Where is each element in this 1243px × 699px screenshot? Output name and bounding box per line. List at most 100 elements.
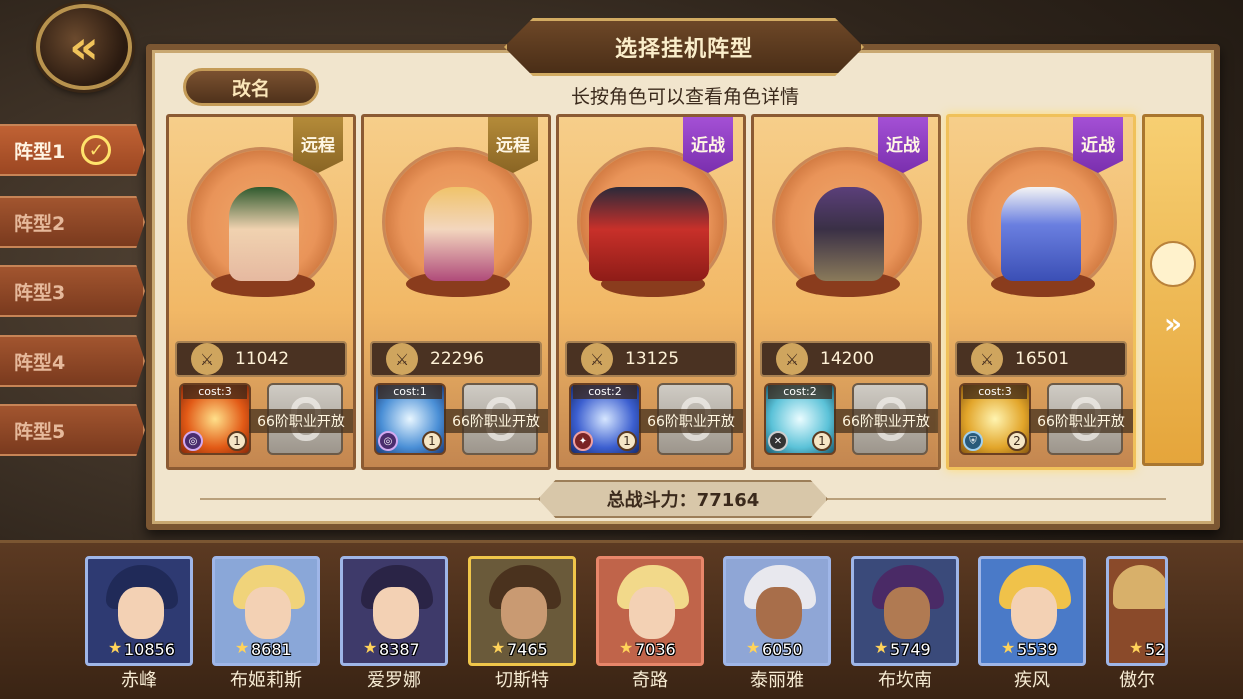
star-icon: ★ [746,638,761,657]
skill-slot[interactable]: cost:2 ✦ 1 [569,383,641,455]
hero-card[interactable]: 近战 ⚔ 16501 cost:3 ⛨ 2 66阶职业开放 [946,114,1136,470]
hero-card[interactable]: 远程 ⚔ 22296 cost:1 ◎ 1 66阶职业开放 [361,114,551,470]
page-title: 选择挂机阵型 [504,18,864,76]
roster-hero-card[interactable]: ★ 6050 [723,556,831,666]
power-bar: ⚔ 11042 [175,341,347,377]
tab-formation-3[interactable]: 阵型3 [0,265,145,317]
divider [826,498,1166,500]
roster-hero-card[interactable]: ★ 5749 [851,556,959,666]
check-icon: ✓ [81,135,112,165]
skill-type-icon: ◎ [378,431,398,451]
star-icon: ★ [1129,638,1144,657]
total-power: 总战斗力：77164 [538,480,828,518]
roster-hero-card[interactable]: ★ 52 [1106,556,1168,666]
hero-power: 5749 [890,640,931,659]
portrait-face [1011,587,1057,639]
skill-type-icon: ✕ [768,431,788,451]
team-icon [1150,240,1196,287]
hero-power: 10856 [124,640,175,659]
skill-cost: cost:2 [768,385,832,399]
next-formation-button[interactable]: » [1142,114,1204,466]
power-bar: ⚔ 16501 [955,341,1127,377]
skill-level: 1 [422,431,442,451]
skill-slot[interactable]: cost:1 ◎ 1 [374,383,446,455]
tab-formation-5[interactable]: 阵型5 [0,404,145,456]
tab-formation-2[interactable]: 阵型2 [0,196,145,248]
sword-icon: ⚔ [971,343,1003,375]
star-icon: ★ [108,638,123,657]
skill-slot[interactable]: cost:2 ✕ 1 [764,383,836,455]
hero-power: 8387 [379,640,420,659]
power-value: 16501 [1015,349,1070,369]
double-chevron-right-icon: » [1163,306,1183,340]
hero-name: 切斯特 [495,670,549,691]
portrait-face [373,587,419,639]
hero-power: 8681 [251,640,292,659]
power-value: 11042 [235,349,290,369]
skill-cost: cost:3 [963,385,1027,399]
hero-power: 52 [1145,640,1166,659]
roster-hero-card[interactable]: ★ 8387 [340,556,448,666]
locked-slot-text: 66阶职业开放 [834,409,938,433]
portrait-face [501,587,547,639]
hint-text: 长按角色可以查看角色详情 [570,86,799,108]
hero-card[interactable]: 近战 ⚔ 13125 cost:2 ✦ 1 66阶职业开放 [556,114,746,470]
hero-name: 布姬莉斯 [230,670,302,691]
sword-icon: ⚔ [776,343,808,375]
hero-power: 7036 [635,640,676,659]
portrait-face [884,587,930,639]
sword-icon: ⚔ [191,343,223,375]
character-sprite[interactable] [424,187,494,281]
rename-button[interactable]: 改名 [183,68,319,106]
power-bar: ⚔ 14200 [760,341,932,377]
hero-name: 爱罗娜 [367,670,421,691]
locked-slot-text: 66阶职业开放 [249,409,353,433]
star-icon: ★ [619,638,634,657]
tab-formation-4[interactable]: 阵型4 [0,335,145,387]
skill-type-icon: ◎ [183,431,203,451]
skill-cost: cost:2 [573,385,637,399]
portrait-face [629,587,675,639]
roster-hero-card[interactable]: ★ 7036 [596,556,704,666]
star-icon: ★ [235,638,250,657]
sword-icon: ⚔ [386,343,418,375]
tab-label: 阵型2 [14,212,66,235]
hero-name: 疾风 [1014,670,1050,691]
hero-card[interactable]: 近战 ⚔ 14200 cost:2 ✕ 1 66阶职业开放 [751,114,941,470]
roster-hero-card[interactable]: ★ 10856 [85,556,193,666]
tab-formation-1[interactable]: 阵型1 ✓ [0,124,145,176]
character-sprite[interactable] [229,187,299,281]
portrait-face [118,587,164,639]
locked-slot-text: 66阶职业开放 [1029,409,1133,433]
sword-icon: ⚔ [581,343,613,375]
skill-slot[interactable]: cost:3 ◎ 1 [179,383,251,455]
roster-hero-card[interactable]: ★ 5539 [978,556,1086,666]
star-icon: ★ [874,638,889,657]
portrait-hair [1113,565,1165,609]
hero-power: 6050 [762,640,803,659]
power-bar: ⚔ 22296 [370,341,542,377]
skill-cost: cost:1 [378,385,442,399]
hero-name: 奇路 [632,670,668,691]
skill-type-icon: ✦ [573,431,593,451]
tab-label: 阵型5 [14,420,66,443]
roster-hero-card[interactable]: ★ 7465 [468,556,576,666]
back-arrow-icon: « [69,20,99,74]
star-icon: ★ [1001,638,1016,657]
roster-hero-card[interactable]: ★ 8681 [212,556,320,666]
character-sprite[interactable] [589,187,709,281]
character-sprite[interactable] [814,187,884,281]
skill-slot[interactable]: cost:3 ⛨ 2 [959,383,1031,455]
power-value: 22296 [430,349,485,369]
hero-name: 泰丽雅 [750,670,804,691]
locked-slot-text: 66阶职业开放 [639,409,743,433]
character-sprite[interactable] [1001,187,1081,281]
tab-label: 阵型1 [14,140,66,163]
portrait-face [756,587,802,639]
skill-cost: cost:3 [183,385,247,399]
skill-level: 1 [617,431,637,451]
back-button[interactable]: « [36,4,132,90]
locked-slot-text: 66阶职业开放 [444,409,548,433]
hero-card[interactable]: 远程 ⚔ 11042 cost:3 ◎ 1 66阶职业开放 [166,114,356,470]
skill-level: 1 [812,431,832,451]
